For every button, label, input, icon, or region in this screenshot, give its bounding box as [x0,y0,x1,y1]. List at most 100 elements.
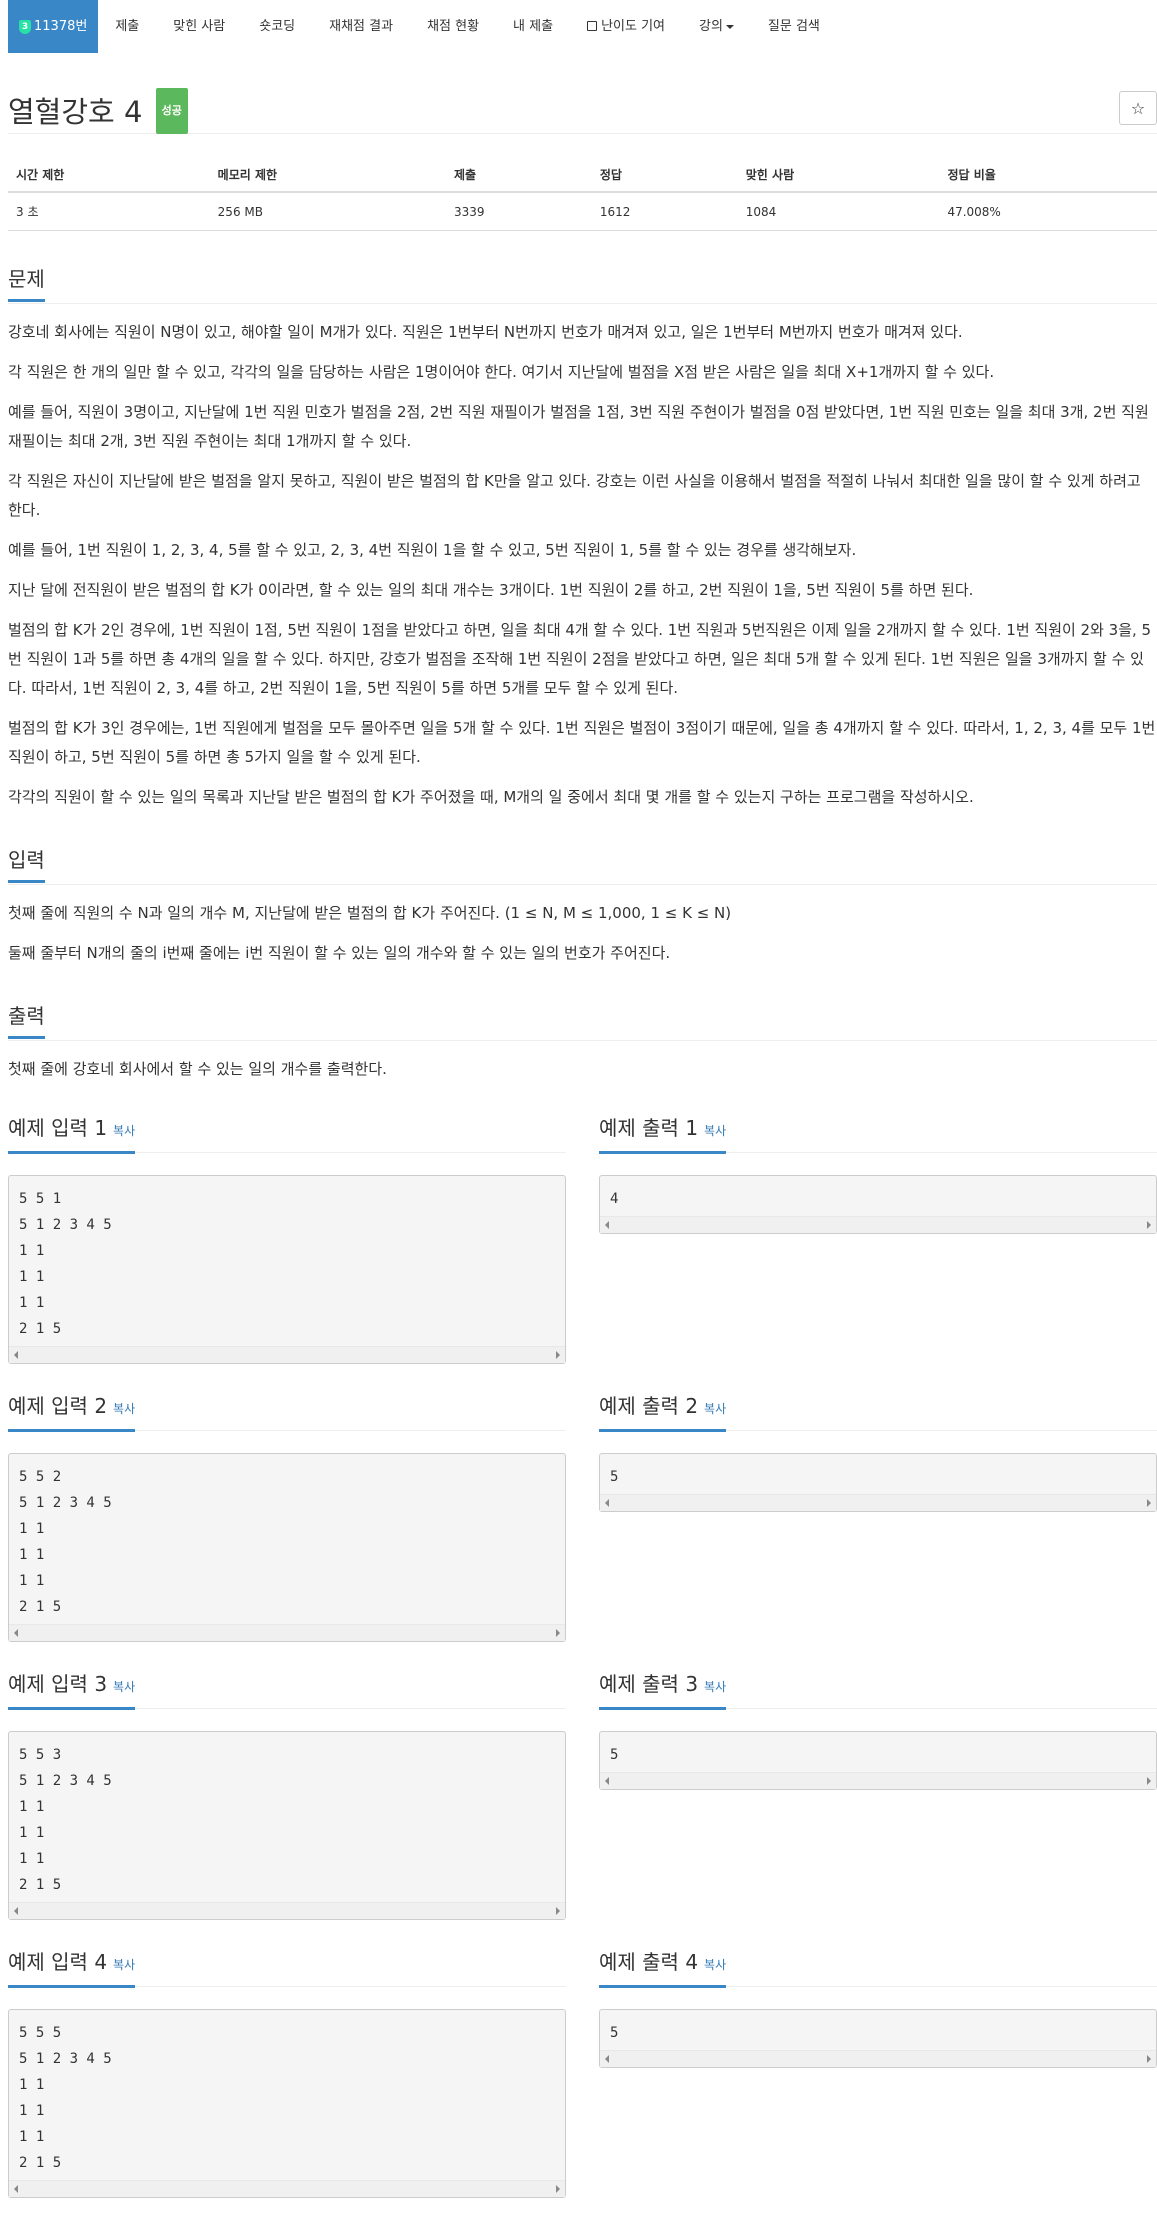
tab-short-coding[interactable]: 숏코딩 [242,0,312,53]
sample-output-3: 예제 출력 3 복사 5 [599,1666,1157,1920]
input-heading-row: 입력 [8,842,1157,885]
copy-button[interactable]: 복사 [704,1680,726,1694]
header-time-limit: 시간 제한 [8,158,210,193]
scroll-left-icon[interactable] [14,1907,18,1915]
sample-output-3-box: 5 [599,1731,1157,1790]
header-accepted: 정답 [591,158,738,193]
sample-output-2-head: 예제 출력 2 복사 [599,1388,1157,1432]
copy-button[interactable]: 복사 [704,1402,726,1416]
scroll-left-icon[interactable] [14,1629,18,1637]
level-badge-icon: 3 [19,19,31,34]
input-paragraph: 둘째 줄부터 N개의 줄의 i번째 줄에는 i번 직원이 할 수 있는 일의 개… [8,944,671,962]
tab-lectures-dropdown[interactable]: 강의 [682,0,751,53]
sample-output-4-head: 예제 출력 4 복사 [599,1944,1157,1988]
header-memory-limit: 메모리 제한 [209,158,446,193]
tab-my-submissions[interactable]: 내 제출 [496,0,570,53]
sample-input-1: 예제 입력 1 복사 5 5 1 5 1 2 3 4 5 1 1 1 1 1 1 … [8,1110,566,1364]
solved-users-value: 1084 [737,192,940,231]
time-limit-value: 3 초 [8,192,210,231]
scroll-right-icon[interactable] [1147,1221,1151,1229]
sample-input-2-label: 예제 입력 2 [8,1394,108,1418]
sample-output-4-box: 5 [599,2009,1157,2068]
sample-output-2-title: 예제 출력 2 복사 [599,1388,727,1432]
sample-input-2-title: 예제 입력 2 복사 [8,1388,136,1432]
tab-lectures-label: 강의 [699,19,723,34]
scroll-left-icon[interactable] [605,2055,609,2063]
scroll-right-icon[interactable] [556,2185,560,2193]
horizontal-scrollbar[interactable] [600,1216,1156,1233]
horizontal-scrollbar[interactable] [9,1624,565,1641]
scroll-left-icon[interactable] [605,1777,609,1785]
copy-button[interactable]: 복사 [113,1680,135,1694]
sample-output-3-head: 예제 출력 3 복사 [599,1666,1157,1710]
output-heading: 출력 [8,998,45,1039]
sample-output-3-label: 예제 출력 3 [599,1672,699,1696]
tab-difficulty-contribution[interactable]: 난이도 기여 [570,0,682,53]
tab-rejudge-results[interactable]: 재채점 결과 [312,0,410,53]
table-header-row: 시간 제한 메모리 제한 제출 정답 맞힌 사람 정답 비율 [8,158,1157,193]
scroll-right-icon[interactable] [1147,1777,1151,1785]
problem-paragraph: 벌점의 합 K가 3인 경우에는, 1번 직원에게 벌점을 모두 몰아주면 일을… [8,719,1156,766]
input-section: 입력 첫째 줄에 직원의 수 N과 일의 개수 M, 지난달에 받은 벌점의 합… [8,842,1157,968]
sample-input-3-head: 예제 입력 3 복사 [8,1666,566,1710]
scroll-left-icon[interactable] [14,2185,18,2193]
tab-difficulty-label: 난이도 기여 [601,19,665,34]
sample-input-4-head: 예제 입력 4 복사 [8,1944,566,1988]
problem-paragraph: 벌점의 합 K가 2인 경우에, 1번 직원이 1점, 5번 직원이 1점을 받… [8,621,1152,697]
copy-button[interactable]: 복사 [113,1124,135,1138]
tab-question-search[interactable]: 질문 검색 [751,0,837,53]
scroll-right-icon[interactable] [1147,2055,1151,2063]
copy-button[interactable]: 복사 [113,1402,135,1416]
sample-output-1-head: 예제 출력 1 복사 [599,1110,1157,1154]
sample-output-3-text: 5 [610,1747,619,1763]
input-paragraph: 첫째 줄에 직원의 수 N과 일의 개수 M, 지난달에 받은 벌점의 합 K가… [8,904,732,922]
problem-paragraph: 강호네 회사에는 직원이 N명이 있고, 해야할 일이 M개가 있다. 직원은 … [8,323,963,341]
sample-input-1-box: 5 5 1 5 1 2 3 4 5 1 1 1 1 1 1 2 1 5 [8,1175,566,1364]
memory-limit-value: 256 MB [209,192,446,231]
sample-output-2: 예제 출력 2 복사 5 [599,1388,1157,1642]
tab-problem[interactable]: 3 11378번 [8,0,99,53]
problem-nav: 3 11378번 제출 맞힌 사람 숏코딩 재채점 결과 채점 현황 내 제출 … [8,0,1157,53]
sample-output-4-title: 예제 출력 4 복사 [599,1944,727,1988]
sample-output-1-box: 4 [599,1175,1157,1234]
accepted-value: 1612 [591,192,738,231]
horizontal-scrollbar[interactable] [9,2180,565,2197]
scroll-right-icon[interactable] [556,1907,560,1915]
tab-status[interactable]: 채점 현황 [410,0,496,53]
sample-input-4-label: 예제 입력 4 [8,1950,108,1974]
sample-input-4-title: 예제 입력 4 복사 [8,1944,136,1988]
sample-output-2-label: 예제 출력 2 [599,1394,699,1418]
favorite-star-button[interactable]: ☆ [1119,91,1157,125]
title-row: 열혈강호 4 성공 ☆ [8,53,1157,134]
scroll-left-icon[interactable] [14,1351,18,1359]
tab-accepted-users[interactable]: 맞힌 사람 [156,0,242,53]
scroll-left-icon[interactable] [605,1221,609,1229]
problem-title: 열혈강호 4 [8,95,143,129]
horizontal-scrollbar[interactable] [600,1494,1156,1511]
copy-button[interactable]: 복사 [704,1124,726,1138]
problem-number: 11378번 [34,19,88,34]
horizontal-scrollbar[interactable] [600,1772,1156,1789]
horizontal-scrollbar[interactable] [600,2050,1156,2067]
sample-output-1: 예제 출력 1 복사 4 [599,1110,1157,1364]
sample-output-3-title: 예제 출력 3 복사 [599,1666,727,1710]
sample-output-4: 예제 출력 4 복사 5 [599,1944,1157,2198]
problem-heading-row: 문제 [8,261,1157,304]
sample-input-4: 예제 입력 4 복사 5 5 5 5 1 2 3 4 5 1 1 1 1 1 1 … [8,1944,566,2198]
horizontal-scrollbar[interactable] [9,1902,565,1919]
problem-paragraph: 지난 달에 전직원이 받은 벌점의 합 K가 0이라면, 할 수 있는 일의 최… [8,581,974,599]
sample-input-1-text: 5 5 1 5 1 2 3 4 5 1 1 1 1 1 1 2 1 5 [19,1191,112,1337]
scroll-right-icon[interactable] [556,1351,560,1359]
scroll-left-icon[interactable] [605,1499,609,1507]
scroll-right-icon[interactable] [556,1629,560,1637]
sample-input-2-box: 5 5 2 5 1 2 3 4 5 1 1 1 1 1 1 2 1 5 [8,1453,566,1642]
sample-input-4-text: 5 5 5 5 1 2 3 4 5 1 1 1 1 1 1 2 1 5 [19,2025,112,2171]
horizontal-scrollbar[interactable] [9,1346,565,1363]
table-row: 3 초 256 MB 3339 1612 1084 47.008% [8,192,1157,231]
scroll-right-icon[interactable] [1147,1499,1151,1507]
copy-button[interactable]: 복사 [704,1958,726,1972]
input-heading: 입력 [8,842,45,883]
copy-button[interactable]: 복사 [113,1958,135,1972]
problem-info-table: 시간 제한 메모리 제한 제출 정답 맞힌 사람 정답 비율 3 초 256 M… [8,158,1157,231]
tab-submit[interactable]: 제출 [98,0,156,53]
